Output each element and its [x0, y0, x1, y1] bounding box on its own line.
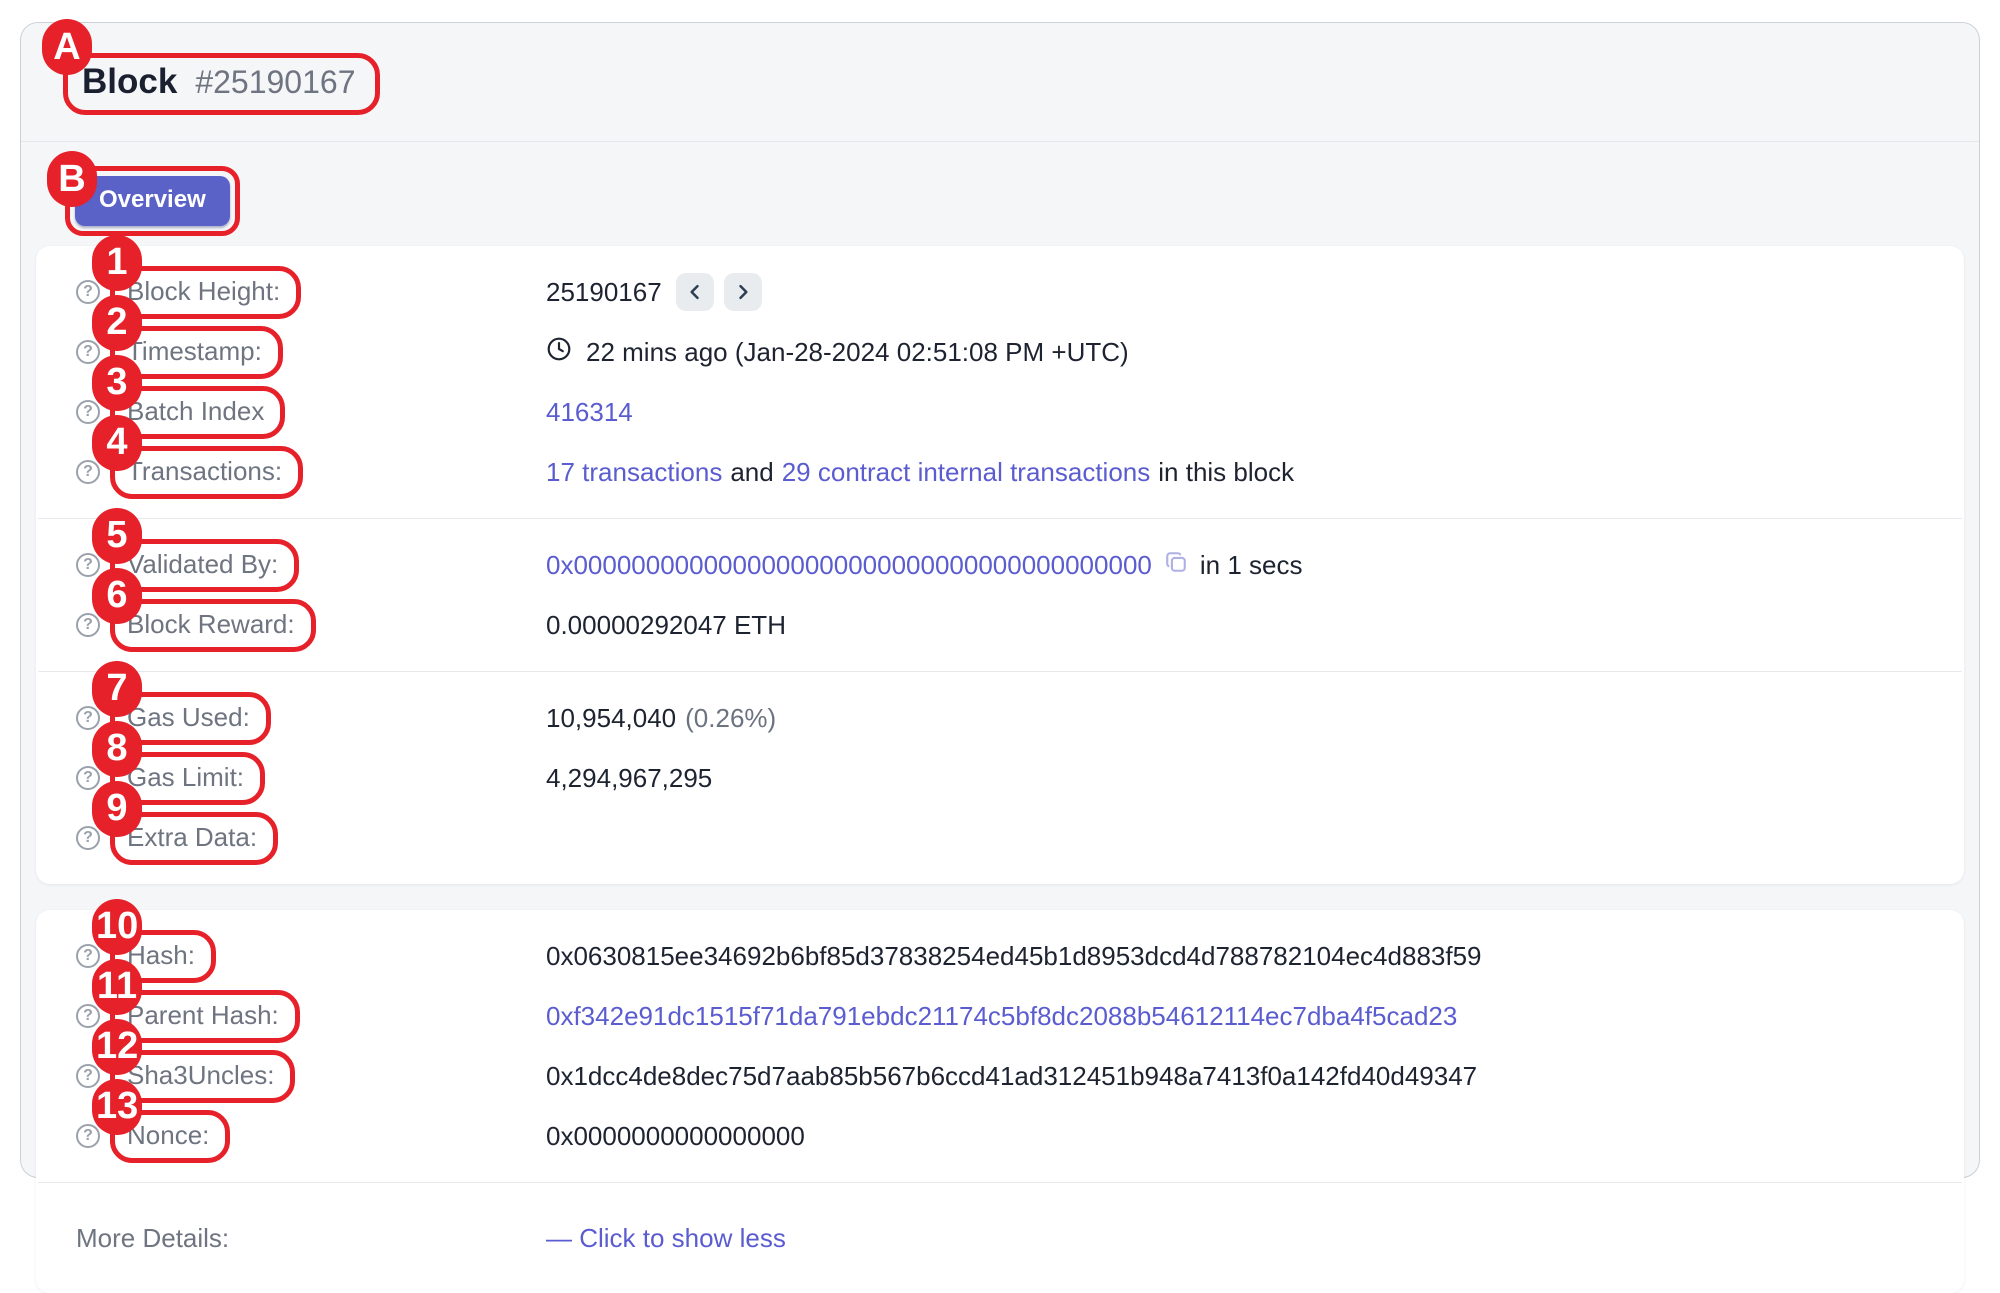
row-sha3uncles: ? 12 Sha3Uncles: 0x1dcc4de8dec75d7aab85b…: [36, 1046, 1964, 1106]
block-hashes-card: ? 10 Hash: 0x0630815ee34692b6bf85d378382…: [36, 910, 1964, 1293]
block-details-panel: A Block #25190167 B Overview ? 1 Block H…: [20, 22, 1980, 1178]
annotation-rect-b: B Overview: [65, 166, 240, 236]
row-extra-data: ? 9 Extra Data:: [36, 808, 1964, 868]
row-more-details: More Details: — Click to show less: [36, 1199, 1964, 1277]
panel-header: A Block #25190167: [21, 23, 1979, 142]
row-label: Timestamp:: [127, 336, 262, 367]
timestamp-value: 22 mins ago (Jan-28-2024 02:51:08 PM +UT…: [586, 337, 1129, 368]
group-validator: ? 5 Validated By: 0x00000000000000000000…: [36, 519, 1964, 671]
annotation-badge-11: 11: [92, 959, 142, 1015]
row-label: Gas Used:: [127, 702, 250, 733]
transactions-and: and: [730, 457, 773, 488]
block-hash-value: 0x0630815ee34692b6bf85d37838254ed45b1d89…: [546, 941, 1482, 972]
annotation-rect-a: A Block #25190167: [63, 53, 380, 115]
clock-icon: [546, 336, 572, 369]
row-parent-hash: ? 11 Parent Hash: 0xf342e91dc1515f71da79…: [36, 986, 1964, 1046]
annotation-badge-10: 10: [92, 899, 142, 955]
block-reward-value: 0.00000292047 ETH: [546, 610, 786, 641]
row-hash: ? 10 Hash: 0x0630815ee34692b6bf85d378382…: [36, 926, 1964, 986]
row-block-reward: ? 6 Block Reward: 0.00000292047 ETH: [36, 595, 1964, 655]
annotation-rect-13: 13 Nonce:: [110, 1110, 230, 1163]
help-icon[interactable]: ?: [76, 826, 100, 850]
row-label: Block Height:: [127, 276, 280, 307]
next-block-button[interactable]: [724, 273, 762, 311]
row-label: Transactions:: [127, 456, 282, 487]
row-label: Batch Index: [127, 396, 264, 427]
row-block-height: ? 1 Block Height: 25190167: [36, 262, 1964, 322]
annotation-badge-3: 3: [92, 355, 142, 411]
help-icon[interactable]: ?: [76, 340, 100, 364]
annotation-badge-13: 13: [92, 1079, 142, 1135]
tab-bar: B Overview: [21, 142, 1979, 246]
row-gas-limit: ? 8 Gas Limit: 4,294,967,295: [36, 748, 1964, 808]
tab-overview[interactable]: Overview: [75, 176, 230, 226]
nonce-value: 0x0000000000000000: [546, 1121, 805, 1152]
internal-transactions-link[interactable]: 29 contract internal transactions: [782, 457, 1151, 488]
block-height-value: 25190167: [546, 277, 662, 308]
annotation-badge-4: 4: [92, 415, 142, 471]
annotation-rect-9: 9 Extra Data:: [110, 812, 278, 865]
annotation-badge-7: 7: [92, 661, 142, 717]
show-less-link[interactable]: — Click to show less: [546, 1223, 786, 1254]
annotation-badge-5: 5: [92, 508, 142, 564]
row-label: Nonce:: [127, 1120, 209, 1151]
row-label: Parent Hash:: [127, 1000, 279, 1031]
row-label: Gas Limit:: [127, 762, 244, 793]
block-number: #25190167: [195, 64, 355, 101]
transactions-link[interactable]: 17 transactions: [546, 457, 722, 488]
parent-hash-link[interactable]: 0xf342e91dc1515f71da791ebdc21174c5bf8dc2…: [546, 1001, 1457, 1032]
row-timestamp: ? 2 Timestamp: 22 mins ago (Jan-28-2024 …: [36, 322, 1964, 382]
annotation-badge-8: 8: [92, 721, 142, 777]
gas-used-value: 10,954,040: [546, 703, 676, 734]
title-wrap: Block #25190167: [82, 62, 355, 102]
annotation-badge-a: A: [42, 19, 92, 75]
group-hashes: ? 10 Hash: 0x0630815ee34692b6bf85d378382…: [36, 910, 1964, 1182]
block-summary-card: ? 1 Block Height: 25190167: [36, 246, 1964, 884]
row-validated-by: ? 5 Validated By: 0x00000000000000000000…: [36, 535, 1964, 595]
validator-address-link[interactable]: 0x00000000000000000000000000000000000000…: [546, 550, 1152, 581]
gas-limit-value: 4,294,967,295: [546, 763, 712, 794]
batch-index-link[interactable]: 416314: [546, 397, 633, 428]
help-icon[interactable]: ?: [76, 613, 100, 637]
more-details-label: More Details:: [76, 1223, 229, 1254]
annotation-badge-6: 6: [92, 568, 142, 624]
row-transactions: ? 4 Transactions: 17 transactions and 29…: [36, 442, 1964, 502]
annotation-rect-6: 6 Block Reward:: [110, 599, 316, 652]
chevron-left-icon: [685, 282, 705, 302]
copy-icon[interactable]: [1162, 548, 1190, 583]
help-icon[interactable]: ?: [76, 280, 100, 304]
annotation-badge-9: 9: [92, 781, 142, 837]
help-icon[interactable]: ?: [76, 766, 100, 790]
chevron-right-icon: [733, 282, 753, 302]
row-nonce: ? 13 Nonce: 0x0000000000000000: [36, 1106, 1964, 1166]
gas-used-percent: (0.26%): [685, 703, 776, 734]
row-label: Sha3Uncles:: [127, 1060, 274, 1091]
row-gas-used: ? 7 Gas Used: 10,954,040 (0.26%): [36, 688, 1964, 748]
validated-in-time: in 1 secs: [1200, 550, 1303, 581]
annotation-badge-b: B: [47, 151, 97, 207]
annotation-badge-2: 2: [92, 295, 142, 351]
annotation-badge-1: 1: [92, 235, 142, 291]
help-icon[interactable]: ?: [76, 460, 100, 484]
sha3uncles-value: 0x1dcc4de8dec75d7aab85b567b6ccd41ad31245…: [546, 1061, 1477, 1092]
group-overview: ? 1 Block Height: 25190167: [36, 246, 1964, 518]
page-title: Block: [82, 62, 177, 102]
annotation-badge-12: 12: [92, 1019, 142, 1075]
row-label: Validated By:: [127, 549, 278, 580]
transactions-suffix: in this block: [1158, 457, 1294, 488]
row-label: Block Reward:: [127, 609, 295, 640]
group-gas: ? 7 Gas Used: 10,954,040 (0.26%) ? 8 G: [36, 672, 1964, 884]
help-icon[interactable]: ?: [76, 706, 100, 730]
help-icon[interactable]: ?: [76, 553, 100, 577]
annotation-rect-4: 4 Transactions:: [110, 446, 303, 499]
help-icon[interactable]: ?: [76, 400, 100, 424]
row-batch-index: ? 3 Batch Index 416314: [36, 382, 1964, 442]
row-label: Extra Data:: [127, 822, 257, 853]
prev-block-button[interactable]: [676, 273, 714, 311]
